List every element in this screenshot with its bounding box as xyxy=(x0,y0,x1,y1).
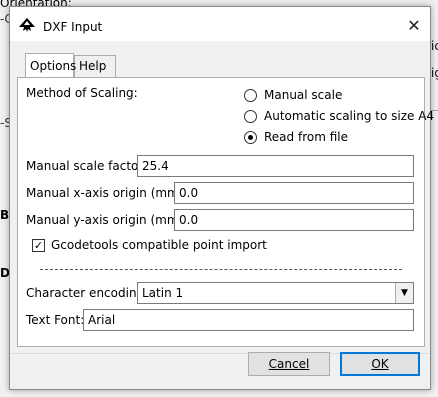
cancel-button-label: Cancel xyxy=(268,357,310,371)
read-from-file-label: Read from file xyxy=(264,130,348,144)
method-of-scaling-label: Method of Scaling: xyxy=(26,86,138,100)
bg-fragment-ic: ic xyxy=(431,39,438,53)
manual-scale-radio[interactable] xyxy=(244,89,257,102)
x-origin-input[interactable]: 0.0 xyxy=(174,182,414,204)
auto-scale-a4-label: Automatic scaling to size A4 xyxy=(264,109,435,123)
bg-fragment-ig: ig xyxy=(431,66,438,80)
text-font-label: Text Font: xyxy=(26,313,85,327)
chevron-down-icon[interactable]: ▼ xyxy=(395,283,413,303)
character-encoding-select[interactable]: Latin 1 ▼ xyxy=(137,282,414,304)
gcodetools-checkbox[interactable]: ✓ xyxy=(32,239,45,252)
window-title: DXF Input xyxy=(43,20,103,34)
tab-options[interactable]: Options xyxy=(25,53,76,77)
ok-button-label: OK xyxy=(371,357,389,371)
auto-scale-a4-radio[interactable] xyxy=(244,110,257,123)
read-from-file-radio[interactable] xyxy=(244,131,257,144)
cancel-button[interactable]: Cancel xyxy=(248,352,330,376)
manual-scale-factor-label: Manual scale factor: xyxy=(26,159,148,173)
text-font-input[interactable]: Arial xyxy=(83,309,414,331)
y-origin-label: Manual y-axis origin (mm): xyxy=(26,213,188,227)
options-panel: Method of Scaling: Manual scale Automati… xyxy=(17,77,434,347)
close-button[interactable]: ✕ xyxy=(402,15,426,37)
inkscape-icon xyxy=(19,18,35,32)
character-encoding-value: Latin 1 xyxy=(142,286,184,300)
x-origin-label: Manual x-axis origin (mm): xyxy=(26,186,188,200)
manual-scale-factor-input[interactable]: 25.4 xyxy=(137,155,414,177)
y-origin-input[interactable]: 0.0 xyxy=(174,209,414,231)
title-bar: DXF Input ✕ xyxy=(10,7,430,41)
ok-button[interactable]: OK xyxy=(340,352,420,376)
gcodetools-label: Gcodetools compatible point import xyxy=(51,238,267,252)
tab-help[interactable]: Help xyxy=(74,55,116,77)
manual-scale-label: Manual scale xyxy=(264,88,343,102)
dxf-input-dialog: DXF Input ✕ Options Help Method of Scali… xyxy=(9,6,434,390)
character-encoding-label: Character encoding: xyxy=(26,286,149,300)
separator-line xyxy=(40,269,402,270)
